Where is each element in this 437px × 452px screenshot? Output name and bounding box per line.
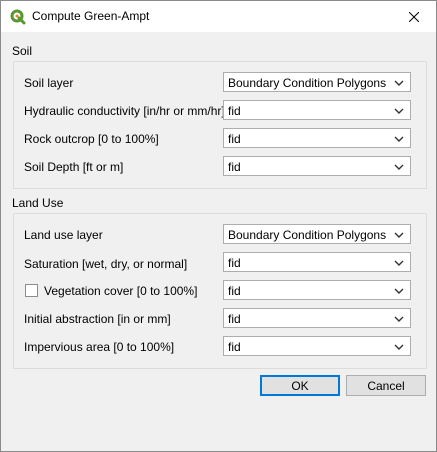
impervious-area-label: Impervious area [0 to 100%] xyxy=(24,340,175,354)
soil-layer-value: Boundary Condition Polygons xyxy=(228,76,387,90)
dialog-window: Compute Green-Ampt Soil Soil layer Bound… xyxy=(0,0,437,452)
qgis-logo-icon xyxy=(10,9,26,25)
chevron-down-icon xyxy=(394,288,404,294)
saturation-value: fid xyxy=(228,256,241,270)
close-button[interactable] xyxy=(392,1,436,32)
impervious-area-select[interactable]: fid xyxy=(223,336,411,356)
close-icon xyxy=(409,11,419,22)
soil-depth-label: Soil Depth [ft or m] xyxy=(24,160,124,174)
vegetation-cover-select[interactable]: fid xyxy=(223,280,411,300)
vegetation-cover-checkbox[interactable] xyxy=(25,284,38,297)
chevron-down-icon xyxy=(394,136,404,142)
vegetation-cover-value: fid xyxy=(228,284,241,298)
landuse-layer-value: Boundary Condition Polygons xyxy=(228,228,387,242)
initial-abstraction-value: fid xyxy=(228,312,241,326)
ok-button[interactable]: OK xyxy=(260,375,340,396)
landuse-layer-label: Land use layer xyxy=(24,228,103,242)
initial-abstraction-select[interactable]: fid xyxy=(223,308,411,328)
chevron-down-icon xyxy=(394,232,404,238)
chevron-down-icon xyxy=(394,108,404,114)
hydraulic-conductivity-select[interactable]: fid xyxy=(223,100,411,120)
soil-depth-select[interactable]: fid xyxy=(223,156,411,176)
rock-outcrop-value: fid xyxy=(228,132,241,146)
chevron-down-icon xyxy=(394,344,404,350)
title-bar: Compute Green-Ampt xyxy=(1,1,436,32)
landuse-layer-select[interactable]: Boundary Condition Polygons xyxy=(223,224,411,244)
chevron-down-icon xyxy=(394,260,404,266)
soil-layer-select[interactable]: Boundary Condition Polygons xyxy=(223,72,411,92)
vegetation-cover-label: Vegetation cover [0 to 100%] xyxy=(44,284,198,298)
saturation-select[interactable]: fid xyxy=(223,252,411,272)
chevron-down-icon xyxy=(394,80,404,86)
soil-section-label: Soil xyxy=(12,44,33,58)
soil-layer-label: Soil layer xyxy=(24,76,74,90)
chevron-down-icon xyxy=(394,316,404,322)
soil-depth-value: fid xyxy=(228,160,241,174)
hydraulic-conductivity-label: Hydraulic conductivity [in/hr or mm/hr] xyxy=(24,104,225,118)
impervious-area-value: fid xyxy=(228,340,241,354)
landuse-section-label: Land Use xyxy=(12,196,64,210)
hydraulic-conductivity-value: fid xyxy=(228,104,241,118)
cancel-button[interactable]: Cancel xyxy=(346,375,426,396)
chevron-down-icon xyxy=(394,164,404,170)
rock-outcrop-select[interactable]: fid xyxy=(223,128,411,148)
saturation-label: Saturation [wet, dry, or normal] xyxy=(24,257,188,271)
rock-outcrop-label: Rock outcrop [0 to 100%] xyxy=(24,132,159,146)
initial-abstraction-label: Initial abstraction [in or mm] xyxy=(24,312,171,326)
window-title: Compute Green-Ampt xyxy=(32,9,150,23)
